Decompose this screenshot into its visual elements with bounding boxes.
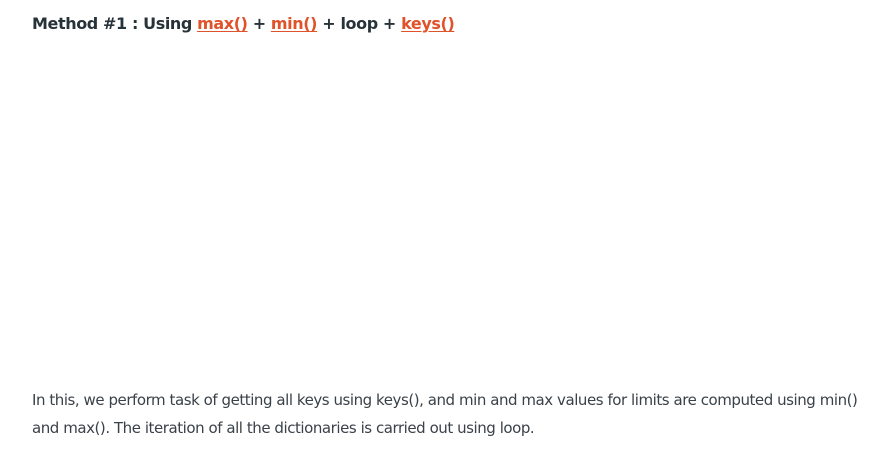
code-block-area: [32, 48, 864, 368]
explanation-paragraph: In this, we perform task of getting all …: [32, 391, 858, 437]
heading-separator: +: [247, 14, 271, 33]
heading-middle: + loop +: [317, 14, 402, 33]
min-link[interactable]: min(): [271, 14, 318, 33]
keys-link[interactable]: keys(): [401, 14, 455, 33]
max-link[interactable]: max(): [197, 14, 248, 33]
method-heading: Method #1 : Using max() + min() + loop +…: [32, 13, 455, 35]
heading-prefix: Method #1 : Using: [32, 14, 198, 33]
